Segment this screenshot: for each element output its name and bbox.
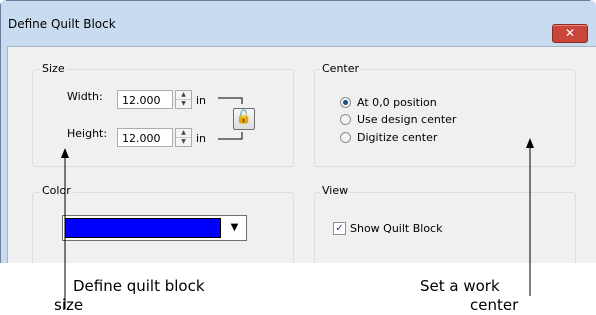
close-icon: ✕ bbox=[564, 26, 576, 40]
chevron-down-icon[interactable]: ▼ bbox=[223, 216, 246, 240]
height-spinner[interactable]: 12.000 ▲ ▼ bbox=[117, 128, 192, 148]
width-up-arrow-icon[interactable]: ▲ bbox=[176, 91, 191, 100]
center-group-label: Center bbox=[320, 62, 362, 75]
width-label: Width: bbox=[67, 90, 103, 103]
show-quilt-block-label: Show Quilt Block bbox=[350, 222, 443, 235]
width-unit-label: in bbox=[196, 94, 207, 107]
close-button[interactable]: ✕ bbox=[552, 24, 588, 43]
color-swatch bbox=[65, 218, 221, 238]
title-bar[interactable]: Define Quilt Block ✕ bbox=[0, 0, 596, 43]
height-input[interactable]: 12.000 bbox=[117, 128, 173, 147]
callout-left-line1: Define quilt block bbox=[73, 277, 205, 295]
lock-icon: 🔓 bbox=[235, 110, 253, 125]
callout-left-line2: size bbox=[54, 296, 84, 314]
callout-set-center-line2: center bbox=[470, 295, 518, 315]
proportional-lock-button[interactable]: 🔓 bbox=[233, 108, 255, 130]
height-down-arrow-icon[interactable]: ▼ bbox=[176, 138, 191, 146]
width-spinner[interactable]: 12.000 ▲ ▼ bbox=[117, 90, 192, 110]
width-down-arrow-icon[interactable]: ▼ bbox=[176, 100, 191, 108]
dialog-window: Define Quilt Block ✕ Size Width: 12.000 … bbox=[0, 0, 596, 263]
callout-right-line1: Set a work bbox=[420, 277, 500, 295]
height-up-arrow-icon[interactable]: ▲ bbox=[176, 129, 191, 138]
checkbox-checked-icon[interactable]: ✓ bbox=[333, 222, 346, 235]
callout-define-size-line2: size bbox=[54, 295, 83, 315]
radio-at-origin-label: At 0,0 position bbox=[357, 96, 437, 109]
color-group-label: Color bbox=[40, 184, 73, 197]
radio-digitize-center-label: Digitize center bbox=[357, 131, 438, 144]
radio-unselected-icon[interactable] bbox=[340, 132, 351, 143]
callout-define-size: Define quilt block bbox=[73, 276, 205, 296]
width-spin-buttons[interactable]: ▲ ▼ bbox=[175, 90, 192, 109]
view-group-label: View bbox=[320, 184, 351, 197]
height-spin-buttons[interactable]: ▲ ▼ bbox=[175, 128, 192, 147]
dialog-client-area: Size Width: 12.000 ▲ ▼ in Height: 12.000… bbox=[7, 46, 596, 263]
color-combo-box[interactable]: ▼ bbox=[62, 215, 247, 241]
dialog-title: Define Quilt Block bbox=[8, 17, 116, 31]
size-group-label: Size bbox=[40, 62, 67, 75]
height-label: Height: bbox=[67, 127, 108, 140]
callout-right-line2: center bbox=[470, 296, 519, 314]
height-unit-label: in bbox=[196, 132, 207, 145]
width-input[interactable]: 12.000 bbox=[117, 90, 173, 109]
callout-set-center: Set a work bbox=[420, 276, 500, 296]
radio-selected-icon[interactable] bbox=[340, 97, 351, 108]
radio-design-center-label: Use design center bbox=[357, 113, 457, 126]
radio-unselected-icon[interactable] bbox=[340, 114, 351, 125]
